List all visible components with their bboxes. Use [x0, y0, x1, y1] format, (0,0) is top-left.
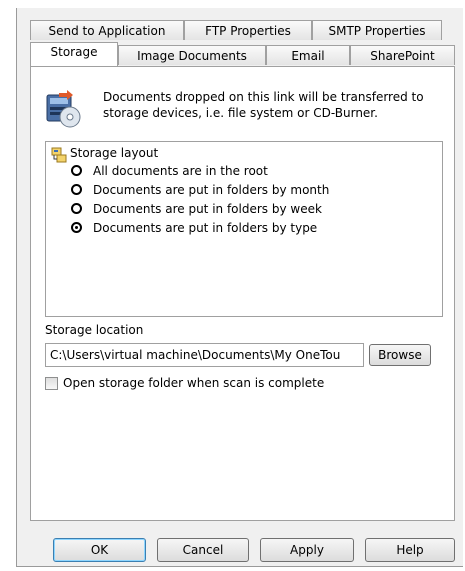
radio-button[interactable]	[71, 203, 82, 214]
radio-button-selected[interactable]	[71, 222, 82, 233]
storage-location-input[interactable]: C:\Users\virtual machine\Documents\My On…	[45, 343, 364, 367]
radio-button[interactable]	[71, 184, 82, 195]
storage-layout-group: Storage layout All documents are in the …	[45, 141, 443, 317]
radio-label: Documents are put in folders by type	[93, 221, 318, 235]
tab-storage[interactable]: Storage	[30, 42, 118, 66]
radio-label: Documents are put in folders by month	[93, 183, 330, 197]
tab-image-documents[interactable]: Image Documents	[118, 45, 266, 65]
storage-tab-panel: Documents dropped on this link will be t…	[30, 66, 455, 521]
tab-ftp-properties[interactable]: FTP Properties	[184, 20, 312, 40]
radio-button[interactable]	[71, 165, 82, 176]
radio-label: All documents are in the root	[93, 164, 268, 178]
storage-device-icon	[45, 89, 85, 129]
tab-sharepoint[interactable]: SharePoint	[350, 45, 455, 65]
open-folder-label: Open storage folder when scan is complet…	[63, 376, 325, 390]
tab-send-to-application[interactable]: Send to Application	[30, 20, 184, 40]
ok-button[interactable]: OK	[53, 538, 146, 562]
folder-tree-icon	[51, 147, 67, 163]
radio-label: Documents are put in folders by week	[93, 202, 322, 216]
cancel-button[interactable]: Cancel	[157, 538, 249, 562]
open-folder-checkbox[interactable]	[45, 377, 58, 390]
storage-layout-title: Storage layout	[70, 146, 159, 160]
tab-email[interactable]: Email	[266, 45, 350, 65]
browse-button[interactable]: Browse	[369, 344, 431, 366]
apply-button[interactable]: Apply	[260, 538, 354, 562]
storage-location-label: Storage location	[45, 323, 144, 337]
storage-description: Documents dropped on this link will be t…	[103, 90, 424, 120]
tab-smtp-properties[interactable]: SMTP Properties	[312, 20, 442, 40]
help-button[interactable]: Help	[365, 538, 455, 562]
